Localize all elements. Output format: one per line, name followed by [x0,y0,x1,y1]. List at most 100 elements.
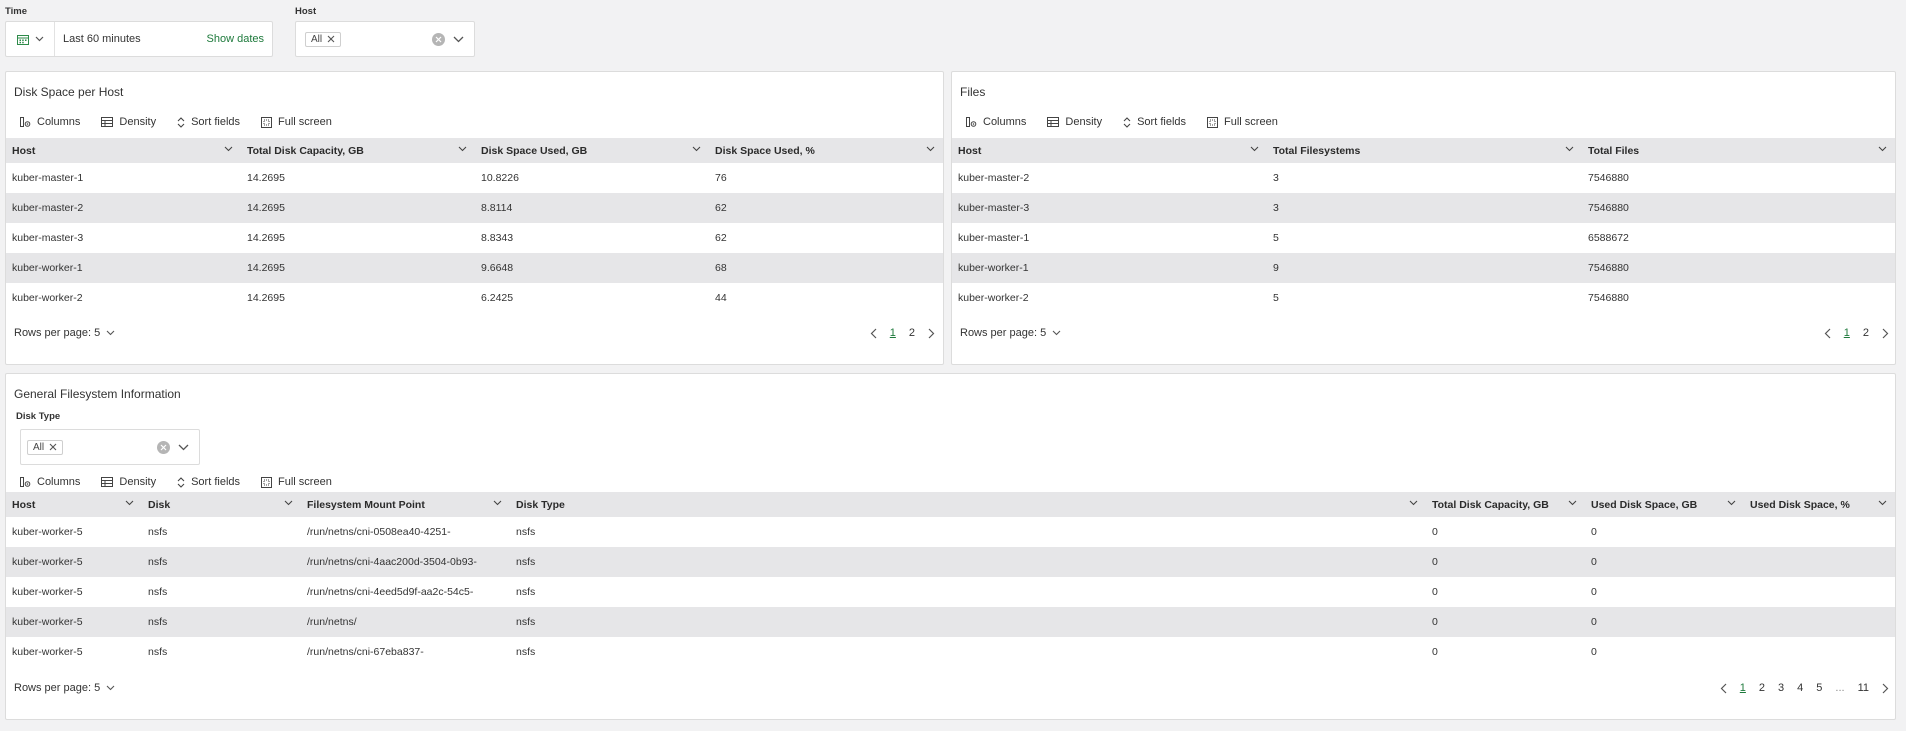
chevron-down-icon[interactable] [1409,500,1418,506]
table-row[interactable]: kuber-worker-5 nsfs /run/netns/cni-4aac2… [6,547,1895,577]
table-row[interactable]: kuber-master-2 3 7546880 [952,163,1895,193]
chevron-down-icon[interactable] [926,146,935,152]
column-header[interactable]: Total Disk Capacity, GB [1426,492,1585,517]
chevron-down-icon[interactable] [1568,500,1577,506]
page-button[interactable]: 11 [1858,682,1869,694]
sort-fields-button[interactable]: Sort fields [1123,116,1186,128]
time-range-value[interactable]: Last 60 minutes [63,33,207,45]
rows-per-page-select[interactable]: Rows per page: 5 [960,327,1061,339]
pagination: 1 2 [1824,327,1889,339]
chevron-left-icon[interactable] [1824,328,1831,339]
chevron-down-icon[interactable] [1878,146,1887,152]
table-row[interactable]: kuber-worker-5 nsfs /run/netns/cni-0508e… [6,517,1895,547]
disk-space-panel: Disk Space per Host Columns Density Sort… [5,71,944,365]
column-header[interactable]: Used Disk Space, GB [1585,492,1744,517]
column-header[interactable]: Disk [142,492,301,517]
files-panel: Files Columns Density Sort fields Full s… [951,71,1896,365]
columns-button[interactable]: Columns [20,476,80,488]
rows-per-page-select[interactable]: Rows per page: 5 [14,327,115,339]
table-toolbar: Columns Density Sort fields Full screen [20,116,332,128]
chevron-right-icon[interactable] [1882,683,1889,694]
column-header[interactable]: Disk Space Used, % [709,138,943,163]
full-screen-label: Full screen [1224,116,1278,128]
chevron-down-icon[interactable] [493,500,502,506]
table-row[interactable]: kuber-worker-5 nsfs /run/netns/cni-4eed5… [6,577,1895,607]
page-button[interactable]: 3 [1778,682,1784,694]
page-button[interactable]: 2 [1863,327,1869,339]
remove-chip-icon[interactable] [49,443,57,451]
calendar-dropdown-button[interactable] [6,22,55,56]
columns-icon [966,116,977,127]
columns-button[interactable]: Columns [966,116,1026,128]
density-button[interactable]: Density [101,116,156,128]
remove-chip-icon[interactable] [327,35,335,43]
chevron-left-icon[interactable] [1720,683,1727,694]
clear-icon[interactable] [157,440,170,454]
disk-type-label: Disk Type [16,411,61,422]
column-header[interactable]: Total Files [1582,138,1895,163]
full-screen-button[interactable]: Full screen [261,476,332,488]
table-row[interactable]: kuber-worker-2 5 7546880 [952,283,1895,313]
chevron-down-icon[interactable] [692,146,701,152]
chevron-down-icon[interactable] [1878,500,1887,506]
table-row[interactable]: kuber-worker-1 14.2695 9.6648 68 [6,253,943,283]
column-header[interactable]: Used Disk Space, % [1744,492,1895,517]
chevron-down-icon[interactable] [178,444,189,451]
rows-per-page-select[interactable]: Rows per page: 5 [14,682,115,694]
page-button[interactable]: 2 [909,327,915,339]
table-row[interactable]: kuber-master-3 3 7546880 [952,193,1895,223]
columns-button[interactable]: Columns [20,116,80,128]
density-button[interactable]: Density [1047,116,1102,128]
column-header[interactable]: Host [6,138,241,163]
table-row[interactable]: kuber-master-1 5 6588672 [952,223,1895,253]
page-button[interactable]: 1 [1844,327,1850,339]
chevron-right-icon[interactable] [1882,328,1889,339]
page-button[interactable]: 4 [1797,682,1803,694]
show-dates-link[interactable]: Show dates [207,33,264,45]
column-header[interactable]: Total Disk Capacity, GB [241,138,475,163]
sort-fields-button[interactable]: Sort fields [177,116,240,128]
density-label: Density [119,116,157,128]
column-header[interactable]: Host [952,138,1267,163]
table-row[interactable]: kuber-worker-2 14.2695 6.2425 44 [6,283,943,313]
full-screen-button[interactable]: Full screen [261,116,332,128]
chevron-down-icon[interactable] [1250,146,1259,152]
chevron-down-icon[interactable] [224,146,233,152]
column-header[interactable]: Disk Type [510,492,1426,517]
table-row[interactable]: kuber-master-3 14.2695 8.8343 62 [6,223,943,253]
chevron-right-icon[interactable] [928,328,935,339]
clear-icon[interactable] [432,32,445,46]
chevron-down-icon[interactable] [1727,500,1736,506]
host-select[interactable]: All [295,21,475,57]
page-button[interactable]: 5 [1816,682,1822,694]
table-row[interactable]: kuber-worker-1 9 7546880 [952,253,1895,283]
table-row[interactable]: kuber-worker-5 nsfs /run/netns/cni-67eba… [6,637,1895,667]
density-button[interactable]: Density [101,476,156,488]
table-row[interactable]: kuber-master-2 14.2695 8.8114 62 [6,193,943,223]
page-button[interactable]: 1 [890,327,896,339]
table-row[interactable]: kuber-master-1 14.2695 10.8226 76 [6,163,943,193]
chevron-down-icon[interactable] [453,36,464,43]
pagination: 1 2 [870,327,935,339]
column-header[interactable]: Disk Space Used, GB [475,138,709,163]
full-screen-label: Full screen [278,116,332,128]
sort-fields-button[interactable]: Sort fields [177,476,240,488]
full-screen-icon [261,116,273,128]
column-header[interactable]: Host [6,492,142,517]
chevron-left-icon[interactable] [870,328,877,339]
chevron-down-icon [1052,330,1061,336]
table-row[interactable]: kuber-worker-5 nsfs /run/netns/ nsfs 0 0 [6,607,1895,637]
disk-type-chip-label: All [33,441,45,453]
chevron-down-icon[interactable] [1565,146,1574,152]
columns-label: Columns [983,116,1027,128]
chevron-down-icon[interactable] [125,500,134,506]
chevron-down-icon[interactable] [458,146,467,152]
column-header[interactable]: Total Filesystems [1267,138,1582,163]
disk-type-select[interactable]: All [20,429,200,465]
page-button[interactable]: 2 [1759,682,1765,694]
full-screen-button[interactable]: Full screen [1207,116,1278,128]
chevron-down-icon[interactable] [284,500,293,506]
page-button[interactable]: 1 [1740,682,1746,694]
full-screen-icon [1207,116,1219,128]
column-header[interactable]: Filesystem Mount Point [301,492,510,517]
